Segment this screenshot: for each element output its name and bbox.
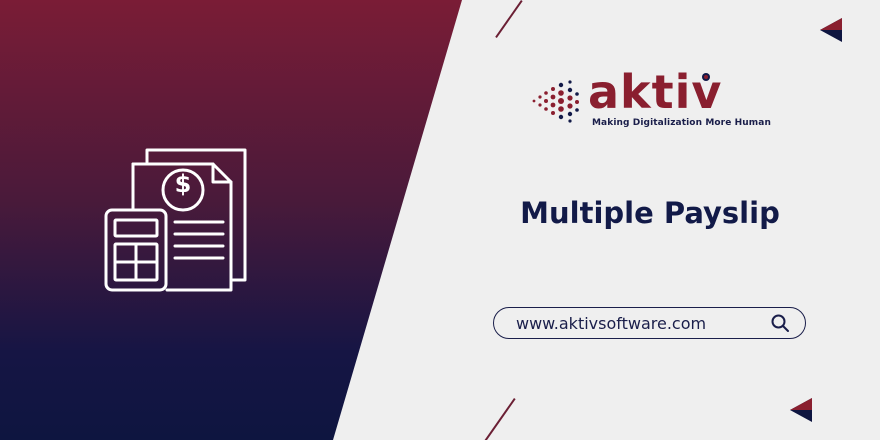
logo-dots-icon — [532, 80, 579, 123]
website-url[interactable]: www.aktivsoftware.com — [516, 314, 706, 333]
decor-triangle-bottom — [790, 398, 812, 422]
logo-tagline: Making Digitalization More Human — [592, 118, 771, 128]
decor-line-bottom — [484, 398, 516, 440]
dollar-sign: $ — [174, 170, 192, 198]
url-search-bar[interactable]: www.aktivsoftware.com — [493, 307, 806, 339]
banner: $ aktiv Making Digitalization More Human… — [0, 0, 880, 440]
decor-line-top — [495, 0, 523, 39]
brand-logo: aktiv Making Digitalization More Human — [530, 66, 771, 132]
page-title: Multiple Payslip — [520, 196, 780, 230]
logo-accent-dot — [702, 73, 710, 81]
search-icon[interactable] — [770, 313, 790, 333]
decor-triangle-top — [820, 18, 842, 42]
